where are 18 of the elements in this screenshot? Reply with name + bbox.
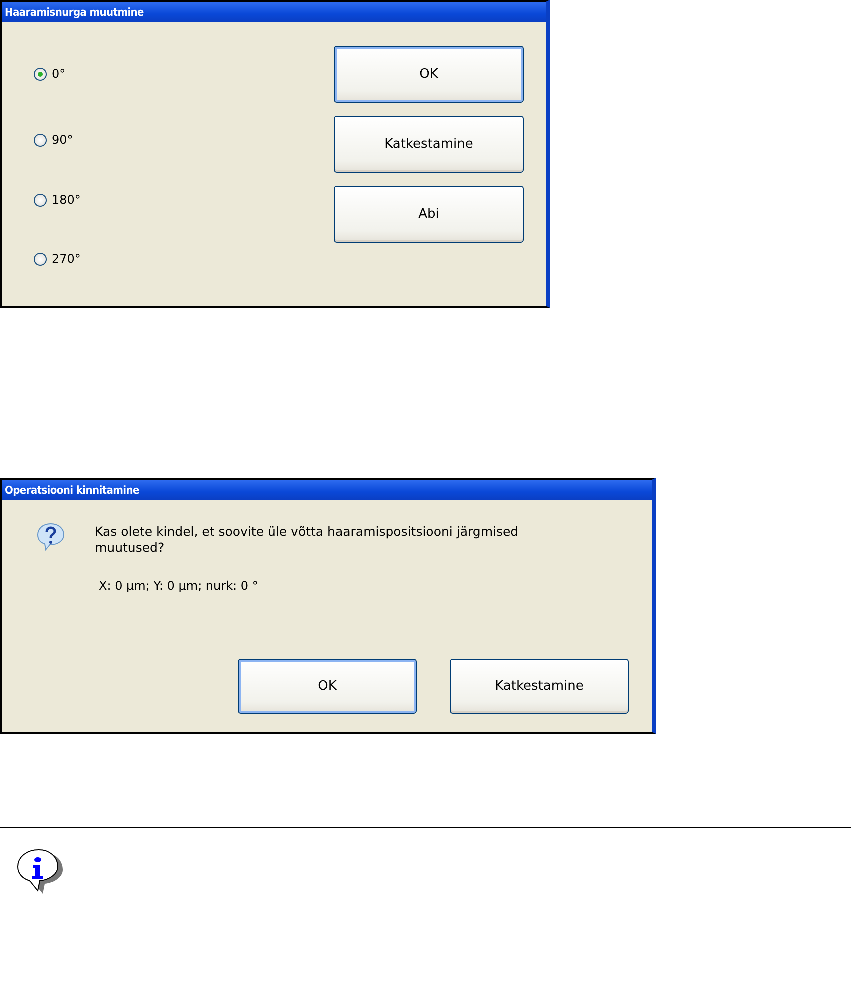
question-icon	[36, 522, 66, 552]
radio-button[interactable]	[34, 68, 47, 80]
radio-label: 90°	[52, 133, 74, 147]
dialog-button[interactable]: OK	[238, 659, 417, 714]
radio-label: 180°	[52, 193, 81, 207]
title-bar: Haaramisnurga muutmine	[2, 2, 546, 22]
dialog-button[interactable]: Katkestamine	[334, 116, 524, 173]
radio-button[interactable]	[34, 194, 47, 206]
dialog-button[interactable]: OK	[334, 46, 524, 103]
dialog-button[interactable]: Abi	[334, 186, 524, 243]
radio-label: 270°	[52, 252, 81, 266]
confirm-message: Kas olete kindel, et soovite üle võtta haaramispositsiooni järgmised muutused?	[95, 524, 520, 556]
dialog-button[interactable]: Katkestamine	[450, 659, 629, 714]
radio-button[interactable]	[34, 252, 47, 266]
position-values: X: 0 µm; Y: 0 µm; nurk: 0 °	[99, 579, 260, 593]
radio-button[interactable]	[34, 134, 47, 146]
radio-label: 0°	[52, 67, 66, 81]
title-bar: Operatsiooni kinnitamine	[2, 480, 652, 500]
